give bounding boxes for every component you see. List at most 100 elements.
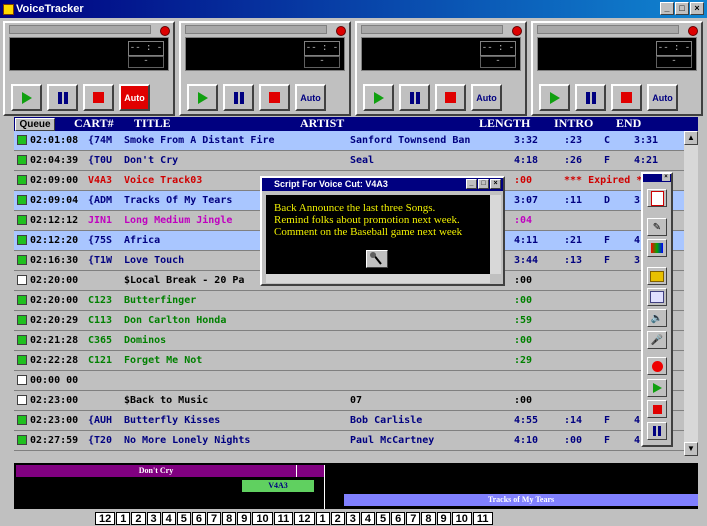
deck-pause-button[interactable] xyxy=(399,84,430,111)
deck-stop-button[interactable] xyxy=(259,84,290,111)
row-title: Tracks Of My Tears xyxy=(124,195,233,206)
log-row[interactable]: 02:01:08 {74M Smoke From A Distant Fire … xyxy=(14,131,690,151)
log-scrollbar[interactable]: ▲ ▼ xyxy=(684,131,698,456)
palette-close-button[interactable]: × xyxy=(662,174,670,181)
dialog-close-button[interactable]: × xyxy=(490,179,501,189)
deck-play-button[interactable] xyxy=(539,84,570,111)
log-icon[interactable] xyxy=(647,189,667,207)
row-status-icon[interactable] xyxy=(17,215,27,225)
pencil-icon[interactable]: ✎ xyxy=(647,218,667,236)
log-row[interactable]: 00:00 00 xyxy=(14,371,690,391)
row-status-icon[interactable] xyxy=(17,375,27,385)
scroll-up-icon[interactable]: ▲ xyxy=(684,131,698,145)
deck-play-button[interactable] xyxy=(363,84,394,111)
row-status-icon[interactable] xyxy=(17,435,27,445)
hour-button[interactable]: 6 xyxy=(191,512,206,525)
row-status-icon[interactable] xyxy=(17,355,27,365)
record-icon[interactable] xyxy=(647,357,667,375)
log-row[interactable]: 02:20:00 C123 Butterfinger :00 xyxy=(14,291,690,311)
log-row[interactable]: 02:27:59 {T20 No More Lonely Nights Paul… xyxy=(14,431,690,451)
hour-button[interactable]: 8 xyxy=(222,512,237,525)
row-intro: :14 xyxy=(564,415,583,426)
deck-play-button[interactable] xyxy=(11,84,42,111)
log-row[interactable]: 02:20:29 C113 Don Carlton Honda :59 xyxy=(14,311,690,331)
hour-button[interactable]: 3 xyxy=(146,512,161,525)
row-status-icon[interactable] xyxy=(17,395,27,405)
row-status-icon[interactable] xyxy=(17,315,27,325)
script-text[interactable]: Back Announce the last three Songs. Remi… xyxy=(266,195,490,274)
deck-auto-button[interactable]: Auto xyxy=(647,84,678,111)
row-status-icon[interactable] xyxy=(17,155,27,165)
log-row[interactable]: 02:23:00 {AUH Butterfly Kisses Bob Carli… xyxy=(14,411,690,431)
row-status-icon[interactable] xyxy=(17,175,27,185)
minimize-button[interactable]: _ xyxy=(660,2,674,15)
hour-button[interactable]: 12 xyxy=(95,512,116,525)
deck-play-button[interactable] xyxy=(187,84,218,111)
microphone-icon[interactable]: 🎤 xyxy=(647,331,667,349)
hour-button[interactable]: 5 xyxy=(176,512,191,525)
deck-pause-button[interactable] xyxy=(575,84,606,111)
row-status-icon[interactable] xyxy=(17,255,27,265)
log-row[interactable]: 02:21:28 C365 Dominos :00 xyxy=(14,331,690,351)
deck-stop-button[interactable] xyxy=(83,84,114,111)
log-row[interactable]: 02:22:28 C121 Forget Me Not :29 xyxy=(14,351,690,371)
hour-button[interactable]: 11 xyxy=(472,512,493,525)
timeline-bar[interactable]: V4A3 xyxy=(242,480,314,492)
log-row[interactable]: 02:23:00 $Back to Music 07 :00 xyxy=(14,391,690,411)
hour-button[interactable]: 2 xyxy=(131,512,146,525)
hour-button[interactable]: 9 xyxy=(237,512,252,525)
hour-button[interactable]: 9 xyxy=(436,512,451,525)
scroll-down-icon[interactable]: ▼ xyxy=(684,442,698,456)
hour-button[interactable]: 2 xyxy=(330,512,345,525)
dialog-hscrollbar[interactable] xyxy=(266,274,490,283)
deck-stop-button[interactable] xyxy=(611,84,642,111)
hour-button[interactable]: 5 xyxy=(376,512,391,525)
row-status-icon[interactable] xyxy=(17,235,27,245)
hour-button[interactable]: 3 xyxy=(345,512,360,525)
palette-icon[interactable] xyxy=(647,239,667,257)
microphone-icon[interactable] xyxy=(366,250,388,268)
hour-button[interactable]: 12 xyxy=(294,512,315,525)
deck-auto-button[interactable]: Auto xyxy=(295,84,326,111)
hour-button[interactable]: 7 xyxy=(406,512,421,525)
hour-button[interactable]: 6 xyxy=(391,512,406,525)
deck-stop-button[interactable] xyxy=(435,84,466,111)
deck-auto-button[interactable]: Auto xyxy=(471,84,502,111)
hour-button[interactable]: 8 xyxy=(421,512,436,525)
document-icon[interactable] xyxy=(647,288,667,306)
hour-button[interactable]: 1 xyxy=(116,512,131,525)
hour-button[interactable]: 1 xyxy=(315,512,330,525)
play-icon[interactable] xyxy=(647,379,667,397)
dialog-maximize-button[interactable]: □ xyxy=(478,179,489,189)
hour-button[interactable]: 10 xyxy=(252,512,273,525)
log-row[interactable]: 02:04:39 {T0U Don't Cry Seal 4:18 :26 F … xyxy=(14,151,690,171)
close-button[interactable]: × xyxy=(690,2,704,15)
maximize-button[interactable]: □ xyxy=(675,2,689,15)
queue-button[interactable]: Queue xyxy=(15,118,55,131)
timeline[interactable]: Don't Cry V4A3 Tracks of My Tears xyxy=(14,463,698,509)
hour-button[interactable]: 11 xyxy=(273,512,294,525)
row-status-icon[interactable] xyxy=(17,195,27,205)
deck-pause-button[interactable] xyxy=(47,84,78,111)
speaker-icon[interactable]: 🔈 xyxy=(647,309,667,327)
row-status-icon[interactable] xyxy=(17,295,27,305)
pause-icon[interactable] xyxy=(647,422,667,440)
folder-icon[interactable] xyxy=(647,267,667,285)
row-status-icon[interactable] xyxy=(17,415,27,425)
row-length: :00 xyxy=(514,295,533,306)
row-status-icon[interactable] xyxy=(17,135,27,145)
hour-button[interactable]: 7 xyxy=(207,512,222,525)
dialog-title: Script For Voice Cut: V4A3 _ □ × xyxy=(262,178,503,191)
hour-button[interactable]: 10 xyxy=(451,512,472,525)
deck-auto-button[interactable]: Auto xyxy=(119,84,150,111)
dialog-minimize-button[interactable]: _ xyxy=(466,179,477,189)
dialog-vscrollbar[interactable] xyxy=(490,195,501,274)
row-status-icon[interactable] xyxy=(17,335,27,345)
timeline-bar[interactable]: Don't Cry xyxy=(16,465,296,477)
hour-button[interactable]: 4 xyxy=(161,512,176,525)
stop-icon[interactable] xyxy=(647,400,667,418)
deck-pause-button[interactable] xyxy=(223,84,254,111)
timeline-bar[interactable]: Tracks of My Tears xyxy=(344,494,698,506)
row-status-icon[interactable] xyxy=(17,275,27,285)
hour-button[interactable]: 4 xyxy=(360,512,376,525)
